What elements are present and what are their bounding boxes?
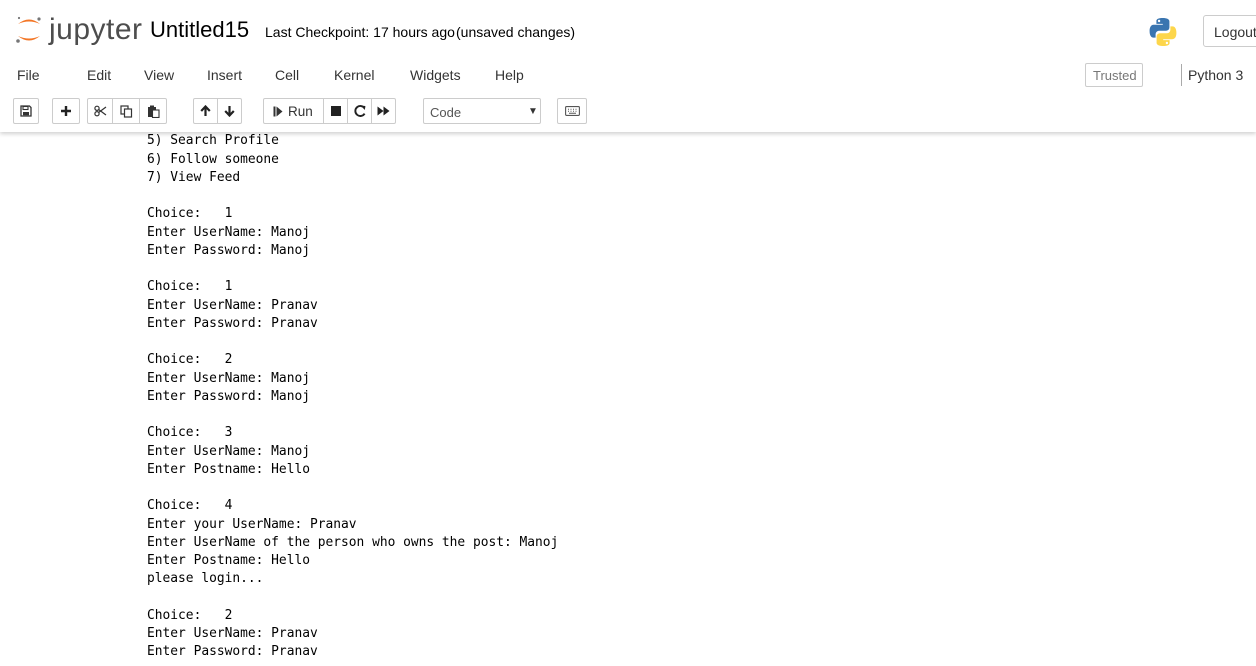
output-line: please login... [147,571,264,587]
trusted-badge[interactable]: Trusted [1085,63,1143,87]
cut-icon [93,105,106,117]
step-forward-icon [273,106,283,116]
save-group [13,98,39,124]
output-line: Choice: 2 [147,607,233,623]
save-button[interactable] [13,98,39,124]
restart-run-all-button[interactable] [371,98,396,124]
output-line: Enter UserName: Manoj [147,370,310,386]
paste-button[interactable] [139,98,167,124]
output-line: 5) Search Profile [147,133,279,149]
output-line: 6) Follow someone [147,151,279,167]
output-line: Choice: 4 [147,498,233,514]
chevron-down-icon: ▼ [528,106,538,117]
output-line: Enter UserName: Pranav [147,297,318,313]
output-line: Enter UserName: Pranav [147,626,318,641]
menu-widgets[interactable]: Widgets [410,67,461,83]
menu-kernel[interactable]: Kernel [334,67,374,83]
restart-button[interactable] [347,98,372,124]
menu-edit[interactable]: Edit [87,67,111,83]
menu-file[interactable]: File [17,67,40,83]
save-icon [20,105,32,117]
output-line: 7) View Feed [147,169,241,185]
keyboard-icon [564,106,580,116]
move-group [193,98,242,124]
output-line: Enter your UserName: Pranav [147,516,357,532]
cell-type-value: Code [430,105,462,120]
arrow-up-icon [200,105,211,116]
menu-cell[interactable]: Cell [275,67,299,83]
output-line: Choice: 3 [147,425,233,441]
toolbar: Run [0,90,1256,132]
restart-icon [353,105,365,117]
output-line: Enter Password: Pranav [147,315,318,331]
move-down-button[interactable] [217,98,242,124]
output-line: Enter Postname: Hello [147,461,310,477]
move-up-button[interactable] [193,98,218,124]
output-line: Enter UserName: Manoj [147,443,310,459]
command-palette-group [557,98,587,124]
cut-button[interactable] [87,98,113,124]
run-button[interactable]: Run [263,98,324,124]
cell-type-select[interactable]: Code ▼ [423,98,541,124]
last-checkpoint: Last Checkpoint: 17 hours ago [265,24,455,40]
logout-button[interactable]: Logout [1203,15,1256,47]
cell-output: 4) Like a Post5) Search Profile6) Follow… [147,114,1147,662]
jupyter-logo[interactable]: jupyter [14,12,143,48]
kernel-divider [1181,64,1182,86]
output-line: Enter Password: Pranav [147,644,318,660]
edit-group [87,98,167,124]
jupyter-logo-icon [16,16,41,43]
top-bar: jupyter Untitled15 Last Checkpoint: 17 h… [0,0,1256,60]
plus-icon [61,106,71,116]
paste-icon [147,105,160,118]
output-line: Choice: 1 [147,206,233,222]
kernel-indicator[interactable]: Python 3 [1188,67,1243,83]
menu-bar: File Edit View Insert Cell Kernel Widget… [0,60,1256,90]
output-line: Enter Password: Manoj [147,388,310,404]
fast-forward-icon [377,106,390,116]
output-line: Choice: 2 [147,352,233,368]
menu-insert[interactable]: Insert [207,67,242,83]
interrupt-button[interactable] [323,98,348,124]
output-line: Enter Password: Manoj [147,242,310,258]
python-logo-icon [1149,18,1177,46]
menu-view[interactable]: View [144,67,174,83]
output-line: Choice: 1 [147,279,233,295]
menu-help[interactable]: Help [495,67,524,83]
copy-button[interactable] [112,98,140,124]
insert-group [52,98,80,124]
output-line: Enter UserName of the person who owns th… [147,534,559,550]
arrow-down-icon [224,106,235,117]
autosave-status: (unsaved changes) [456,24,576,40]
output-line: Enter Postname: Hello [147,553,310,568]
notebook-title[interactable]: Untitled15 [150,17,249,43]
copy-icon [119,104,132,118]
run-group: Run [263,98,396,124]
jupyter-logo-text: jupyter [49,13,143,46]
insert-cell-button[interactable] [52,98,80,124]
run-label: Run [288,103,313,119]
stop-icon [330,106,341,116]
command-palette-button[interactable] [557,98,587,124]
output-line: Enter UserName: Manoj [147,224,310,240]
notebook-header: jupyter Untitled15 Last Checkpoint: 17 h… [0,0,1256,132]
